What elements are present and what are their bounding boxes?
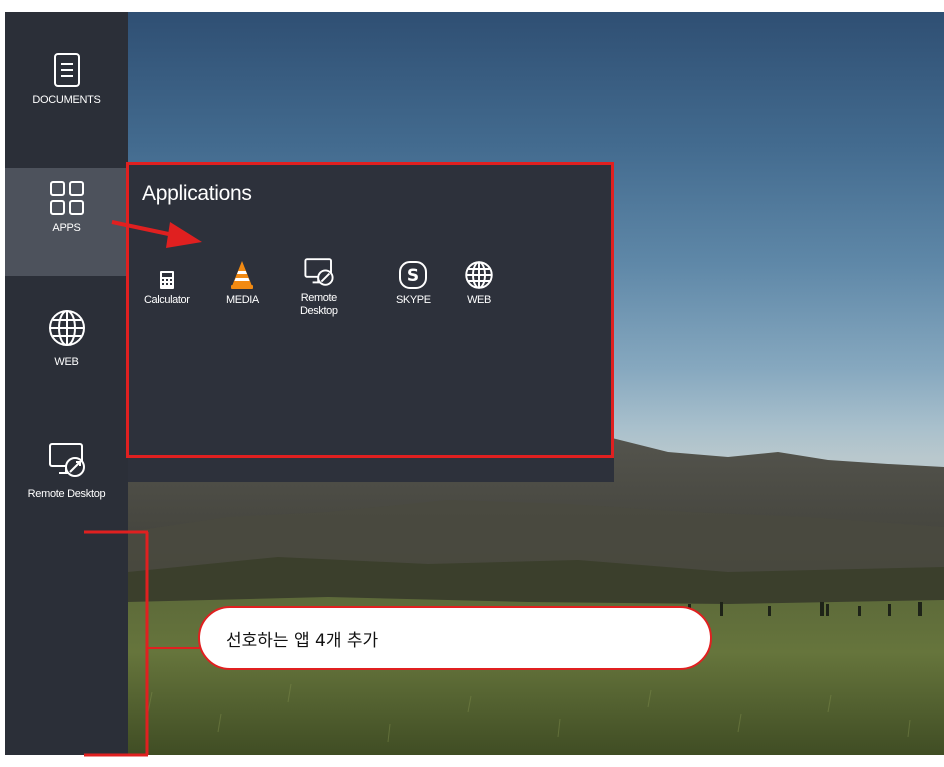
screenshot: DOCUMENTS APPS WEB Remote Desktop Applic… <box>0 0 944 767</box>
annotation-callout: 선호하는 앱 4개 추가 <box>198 606 712 670</box>
callout-text: 선호하는 앱 4개 추가 <box>226 630 379 651</box>
annotation-arrow-line <box>111 220 179 238</box>
annotation-arrow-head <box>166 222 202 248</box>
